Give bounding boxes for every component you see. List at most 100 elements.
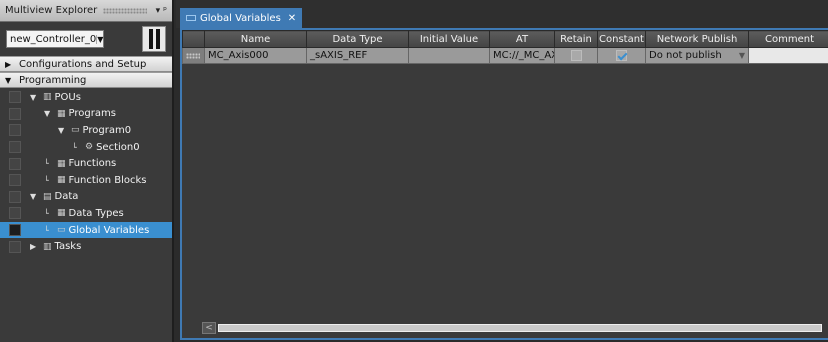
tree-node-icon: ▦ [57, 175, 66, 186]
cell-at[interactable]: MC://_MC_AX| [489, 47, 555, 64]
tree-item-content: ▼ ▥ POUs [30, 92, 81, 103]
tree-expander-icon[interactable]: └ [44, 226, 54, 235]
cell-comment[interactable] [748, 47, 828, 64]
table-header-row: Name Data Type Initial Value AT Retain C… [182, 30, 828, 48]
header-network-publish[interactable]: Network Publish [645, 30, 749, 48]
tree-item-content: └ ▦ Function Blocks [44, 175, 146, 186]
header-at[interactable]: AT [489, 30, 555, 48]
tree-node-icon: ▤ [43, 191, 52, 202]
tree-item-marker [9, 207, 21, 220]
tree-item-label: Global Variables [68, 224, 150, 236]
tree-item-label: Programs [68, 108, 116, 120]
tree-item[interactable]: └ ▦ Function Blocks [0, 172, 172, 189]
controller-row: new_Controller_0 ▼ [0, 22, 172, 56]
global-variables-table-panel: Name Data Type Initial Value AT Retain C… [180, 28, 828, 340]
collapse-icon: ▼ [5, 75, 12, 85]
tree-node-icon: ▦ [57, 108, 66, 119]
controller-select[interactable]: new_Controller_0 ▼ [6, 30, 104, 48]
retain-checkbox[interactable] [570, 49, 582, 61]
tree-item-marker [9, 157, 21, 170]
section-configurations[interactable]: ▶ Configurations and Setup [0, 56, 172, 72]
tree-item[interactable]: └ ▦ Functions [0, 155, 172, 172]
tree-node-icon: ▥ [43, 241, 52, 252]
tree-item-marker [9, 224, 21, 237]
tree-node-icon: ▦ [57, 208, 66, 219]
tree-item-content: ▶ ▥ Tasks [30, 241, 81, 252]
tree-expander-icon[interactable]: ▼ [58, 126, 68, 135]
tree-node-icon: ⚙ [85, 142, 94, 153]
chevron-down-icon[interactable]: ▼ [739, 51, 745, 60]
tree-item-content: └ ▦ Functions [44, 158, 116, 169]
close-icon[interactable]: ✕ [288, 13, 296, 24]
tree-item[interactable]: ▼ ▦ Programs [0, 106, 172, 123]
constant-checkbox[interactable] [616, 49, 627, 61]
header-name[interactable]: Name [204, 30, 307, 48]
tab-label: Global Variables [200, 12, 281, 24]
tree-item-label: Function Blocks [68, 174, 147, 186]
main-editor-area: Global Variables ✕ Name Data Type Initia… [176, 0, 828, 342]
tree-item-content: ▼ ▦ Programs [44, 108, 116, 119]
tree-item-label: Functions [68, 158, 117, 170]
tab-bar: Global Variables ✕ [176, 0, 828, 28]
tree-item[interactable]: ▼ ▤ Data [0, 189, 172, 206]
cell-retain[interactable] [554, 47, 598, 64]
cell-constant[interactable] [597, 47, 646, 64]
tree-item-marker [9, 107, 21, 120]
tree-node-icon: ▥ [43, 92, 52, 103]
controller-device-icon [142, 26, 166, 52]
expand-icon: ▶ [5, 59, 12, 69]
scroll-left-icon[interactable]: < [202, 322, 216, 334]
header-initial-value[interactable]: Initial Value [408, 30, 490, 48]
tree-item[interactable]: └ ⚙ Section0 [0, 139, 172, 156]
header-comment[interactable]: Comment [748, 30, 828, 48]
tree-item[interactable]: ▼ ▭ Program0 [0, 122, 172, 139]
tree-node-icon: ▭ [57, 225, 66, 236]
tree-item-marker [9, 240, 21, 253]
tree-item[interactable]: └ ▭ Global Variables [0, 221, 172, 239]
section-programming[interactable]: ▼ Programming [0, 72, 172, 88]
tab-global-variables[interactable]: Global Variables ✕ [180, 8, 303, 28]
tree-expander-icon[interactable]: ▼ [44, 109, 54, 118]
cell-initial-value[interactable] [408, 47, 490, 64]
horizontal-scrollbar[interactable]: < [202, 322, 822, 334]
tree-item-label: POUs [54, 91, 81, 103]
cell-name[interactable]: MC_Axis000 [204, 47, 307, 64]
scroll-thumb[interactable] [218, 324, 822, 332]
header-data-type[interactable]: Data Type [306, 30, 409, 48]
tree-item-marker [9, 190, 21, 203]
tree-expander-icon[interactable]: ▼ [30, 192, 40, 201]
cell-network-publish[interactable]: Do not publish ▼ [645, 47, 749, 64]
tree-item-marker [9, 91, 21, 104]
explorer-title-bar: Multiview Explorer ▾ ᵖ [0, 0, 172, 22]
tree-expander-icon[interactable]: ▶ [30, 242, 40, 251]
drag-grip[interactable] [103, 7, 147, 14]
table-row[interactable]: MC_Axis000 _sAXIS_REF MC://_MC_AX| Do no… [182, 47, 828, 64]
tree-item-marker [9, 174, 21, 187]
tree-item-label: Tasks [54, 241, 82, 253]
tree-item-marker [9, 141, 21, 154]
pin-icon[interactable]: ᵖ [163, 6, 167, 16]
section-label: Configurations and Setup [19, 58, 147, 70]
tree-item-label: Section0 [96, 141, 140, 153]
tree-expander-icon[interactable]: └ [72, 143, 82, 152]
tree-expander-icon[interactable]: ▼ [30, 93, 40, 102]
tree-item-content: └ ▭ Global Variables [44, 225, 149, 236]
controller-name: new_Controller_0 [10, 33, 97, 45]
section-label: Programming [19, 74, 87, 86]
header-handle [182, 30, 205, 48]
cell-data-type[interactable]: _sAXIS_REF [306, 47, 409, 64]
tree-expander-icon[interactable]: └ [44, 176, 54, 185]
tree-expander-icon[interactable]: └ [44, 159, 54, 168]
header-retain[interactable]: Retain [554, 30, 598, 48]
tree-item[interactable]: └ ▦ Data Types [0, 205, 172, 222]
tree-node-icon: ▭ [71, 125, 80, 136]
tree-item-marker [9, 124, 21, 137]
row-handle[interactable] [182, 47, 205, 64]
tree-item[interactable]: ▼ ▥ POUs [0, 89, 172, 106]
dropdown-icon[interactable]: ▾ [156, 6, 161, 16]
tree-item[interactable]: ▶ ▥ Tasks [0, 238, 172, 255]
tree-item-content: ▼ ▭ Program0 [58, 125, 131, 136]
tree-expander-icon[interactable]: └ [44, 209, 54, 218]
tree-item-label: Data [54, 191, 79, 203]
header-constant[interactable]: Constant [597, 30, 646, 48]
